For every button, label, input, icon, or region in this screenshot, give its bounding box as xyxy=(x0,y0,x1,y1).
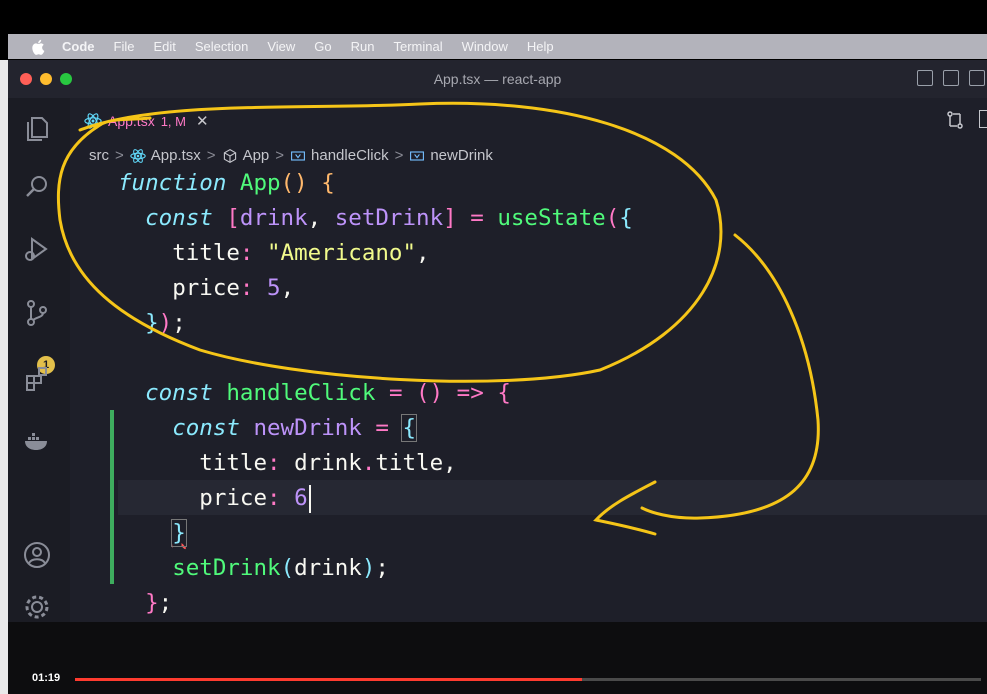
tab-filename: App.tsx xyxy=(108,113,155,129)
docker-icon[interactable] xyxy=(22,426,52,456)
manage-gear-icon[interactable] xyxy=(22,592,52,622)
text-cursor xyxy=(308,484,311,513)
menu-code[interactable]: Code xyxy=(62,39,95,54)
breadcrumb-component[interactable]: App xyxy=(243,147,270,164)
macos-menubar: Code File Edit Selection View Go Run Ter… xyxy=(8,34,987,59)
code-line: function App() { xyxy=(118,170,335,196)
variable-icon xyxy=(410,150,425,161)
layout-controls xyxy=(917,70,985,86)
menu-terminal[interactable]: Terminal xyxy=(394,39,443,54)
menu-go[interactable]: Go xyxy=(314,39,331,54)
progress-fill xyxy=(75,678,583,681)
title-bar: App.tsx — react-app xyxy=(8,60,987,98)
open-changes-icon[interactable] xyxy=(945,110,965,130)
code-line: const handleClick = () => { xyxy=(145,380,511,406)
breadcrumb-function[interactable]: handleClick xyxy=(311,147,389,164)
code-line: const [drink, setDrink] = useState({ xyxy=(145,205,633,231)
extensions-icon[interactable] xyxy=(22,364,52,394)
chevron-right-icon: > xyxy=(206,147,216,164)
editor-tab-app-tsx[interactable]: App.tsx 1, M ✕ xyxy=(84,110,209,132)
git-added-gutter xyxy=(110,410,114,584)
toggle-panel-icon[interactable] xyxy=(943,70,959,86)
react-file-icon xyxy=(84,113,102,129)
chevron-right-icon: > xyxy=(115,147,124,164)
code-line: const newDrink = { xyxy=(172,414,417,442)
run-debug-icon[interactable] xyxy=(22,234,52,264)
vscode-window: App.tsx — react-app 1 App.tsx 1, M ✕ src… xyxy=(8,60,987,622)
explorer-icon[interactable] xyxy=(22,114,52,144)
breadcrumb-file[interactable]: App.tsx xyxy=(151,147,201,164)
react-file-icon xyxy=(130,148,146,163)
code-line: price: 5, xyxy=(172,275,295,301)
apple-menu-icon[interactable] xyxy=(30,38,48,56)
breadcrumb: src > App.tsx > App > handleClick > newD… xyxy=(89,147,493,164)
source-control-icon[interactable] xyxy=(22,298,52,328)
component-cube-icon xyxy=(223,148,236,163)
progress-track[interactable] xyxy=(75,678,981,681)
code-line: } xyxy=(171,519,187,547)
code-line: }); xyxy=(145,310,186,336)
toggle-sidebar-icon[interactable] xyxy=(917,70,933,86)
desktop-edge xyxy=(0,60,8,694)
toggle-secondary-sidebar-icon[interactable] xyxy=(969,70,985,86)
menu-selection[interactable]: Selection xyxy=(195,39,248,54)
menu-window[interactable]: Window xyxy=(462,39,508,54)
variable-icon xyxy=(291,150,305,161)
menu-help[interactable]: Help xyxy=(527,39,554,54)
window-title: App.tsx — react-app xyxy=(433,71,562,87)
search-icon[interactable] xyxy=(22,172,52,202)
video-player-bar: 01:19 xyxy=(8,622,987,694)
chevron-right-icon: > xyxy=(275,147,285,164)
chevron-right-icon: > xyxy=(394,147,404,164)
menu-file[interactable]: File xyxy=(114,39,135,54)
breadcrumb-variable[interactable]: newDrink xyxy=(430,147,493,164)
code-line: }; xyxy=(145,590,173,616)
code-line: price: 6 xyxy=(118,481,633,516)
video-letterbox-top xyxy=(0,0,987,34)
breadcrumb-folder[interactable]: src xyxy=(89,147,109,164)
menu-view[interactable]: View xyxy=(267,39,295,54)
menu-run[interactable]: Run xyxy=(351,39,375,54)
tab-close-icon[interactable]: ✕ xyxy=(196,112,209,130)
code-line: title: drink.title, xyxy=(199,450,457,476)
activity-bar: 1 xyxy=(8,98,70,622)
account-icon[interactable] xyxy=(22,540,52,570)
code-line: title: "Americano", xyxy=(172,240,430,266)
playback-time: 01:19 xyxy=(32,672,61,684)
menu-edit[interactable]: Edit xyxy=(153,39,175,54)
code-editor[interactable]: function App() { const [drink, setDrink]… xyxy=(118,166,633,621)
split-editor-icon[interactable] xyxy=(979,110,987,128)
code-line: setDrink(drink); xyxy=(172,555,389,581)
tab-status: 1, M xyxy=(160,113,186,129)
